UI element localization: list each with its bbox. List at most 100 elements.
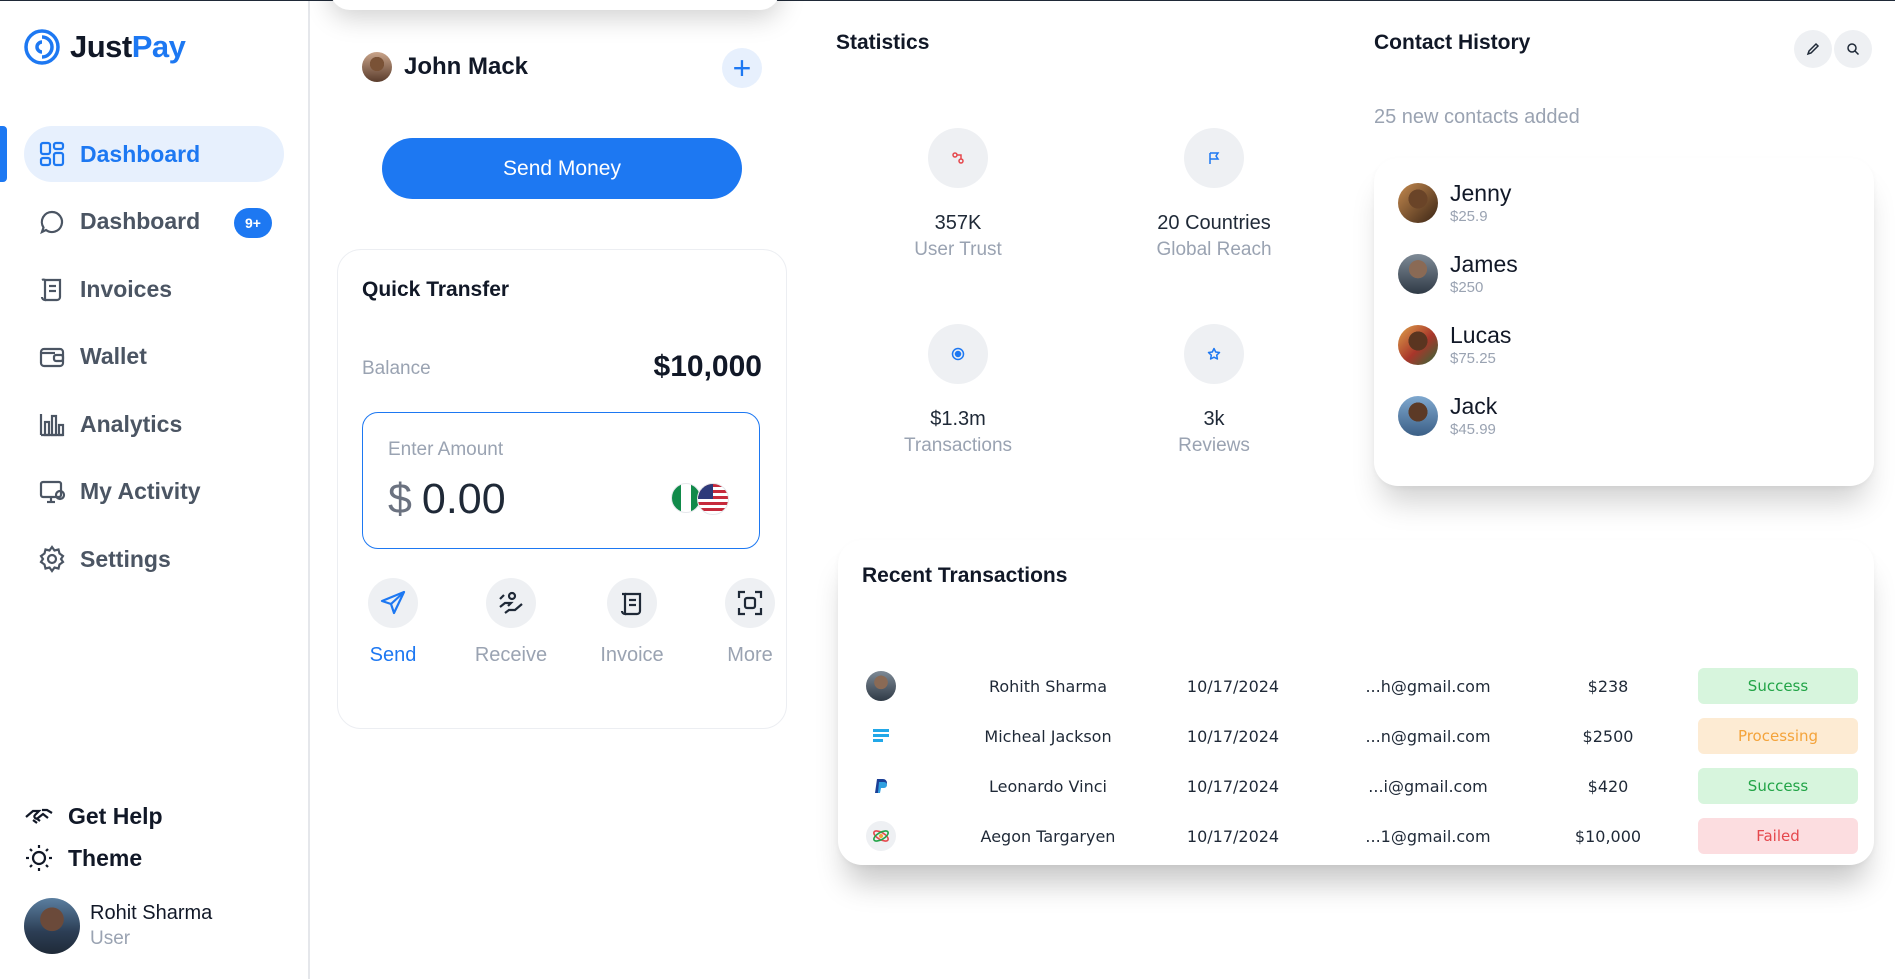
amount-input[interactable]: Enter Amount $0.00 [362,412,760,549]
theme-toggle[interactable]: Theme [24,843,142,873]
contact-name: Lucas [1450,322,1512,348]
stat-label: User Trust [914,239,1002,260]
receive-hand-icon [499,591,523,614]
invoice-icon [620,592,642,616]
user-profile[interactable]: Rohit Sharma User [24,898,212,954]
dashboard-grid-icon [38,140,66,168]
send-action[interactable]: Send [338,578,448,667]
get-help-label: Get Help [68,802,163,829]
invoice-label: Invoice [600,644,664,666]
brand-logo-icon [24,29,60,65]
status-badge: Processing [1698,718,1858,754]
sidebar-item-wallet[interactable]: Wallet [0,329,310,385]
table-row[interactable]: Micheal Jackson 10/17/2024 ...n@gmail.co… [838,718,1874,754]
sidebar-item-label: Analytics [80,410,183,437]
transaction-amount: $238 [1587,676,1629,696]
contact-item[interactable]: James $250 [1398,251,1518,296]
sidebar-item-my-activity[interactable]: My Activity [0,464,310,520]
more-action[interactable]: More [695,578,805,667]
notification-badge: 9+ [234,207,272,238]
pencil-icon [1806,42,1820,56]
quick-transfer-title: Quick Transfer [362,278,510,301]
transaction-amount: $10,000 [1574,826,1642,846]
stat-value: $1.3m [930,408,986,430]
table-row[interactable]: Rohith Sharma 10/17/2024 ...h@gmail.com … [838,668,1874,704]
stripe-lines-icon [866,721,896,751]
stat-label: Global Reach [1156,239,1272,260]
user-role: User [90,928,131,949]
sidebar-item-dashboard[interactable]: Dashboard [0,126,310,182]
contact-amount: $75.25 [1450,350,1496,367]
profile-name: John Mack [404,53,529,80]
contact-amount: $25.9 [1450,208,1488,225]
receive-label: Receive [474,644,548,666]
user-trust-icon [952,152,964,164]
balance-label: Balance [362,358,431,379]
invoice-scroll-icon [38,275,66,303]
currency-selector[interactable] [671,483,731,515]
atom-logo-icon [866,821,896,851]
sidebar-nav: Dashboard Dashboard 9+ Invoices Wallet A… [0,126,310,599]
transaction-email: ...n@gmail.com [1365,726,1491,746]
sidebar-item-analytics[interactable]: Analytics [0,396,310,452]
table-row[interactable]: Aegon Targaryen 10/17/2024 ...1@gmail.co… [838,818,1874,854]
stat-reviews: 3k Reviews [1104,324,1324,457]
stat-label: Transactions [903,435,1013,456]
contact-item[interactable]: Jenny $25.9 [1398,180,1511,225]
flag-icon [1209,152,1220,164]
transaction-email: ...1@gmail.com [1365,826,1491,846]
amount-value[interactable]: $0.00 [388,475,506,524]
stat-transactions: $1.3m Transactions [848,324,1068,457]
transaction-name: Rohith Sharma [988,676,1108,696]
scan-icon [737,590,763,616]
sidebar-item-messages[interactable]: Dashboard 9+ [0,194,310,250]
sidebar-item-label: Invoices [80,275,173,302]
stat-user-trust: 357K User Trust [848,128,1068,261]
sidebar-item-label: My Activity [80,478,201,504]
profile-header[interactable]: John Mack [362,52,528,82]
recent-transactions-card: Recent Transactions Rohith Sharma 10/17/… [838,540,1874,865]
edit-button[interactable] [1794,30,1832,68]
stat-label: Reviews [1178,435,1250,456]
quick-transfer-card: Quick Transfer Balance $10,000 Enter Amo… [337,249,787,729]
sidebar-item-settings[interactable]: Settings [0,531,310,587]
contact-item[interactable]: Jack $45.99 [1398,393,1497,438]
contact-amount: $45.99 [1450,421,1496,438]
transaction-date: 10/17/2024 [1186,776,1280,796]
transfer-actions: Send Receive Invoice More [348,578,788,688]
invoice-action[interactable]: Invoice [577,578,687,667]
send-label: Send [369,644,417,666]
top-card-shadow [330,0,780,10]
transaction-email: ...i@gmail.com [1368,776,1488,796]
amount-label: Enter Amount [388,439,504,460]
table-row[interactable]: Leonardo Vinci 10/17/2024 ...i@gmail.com… [838,768,1874,804]
avatar [1398,253,1438,294]
receive-action[interactable]: Receive [456,578,566,667]
add-button[interactable]: + [722,48,762,88]
contact-list-card: Jenny $25.9 James $250 Lucas $75.25 Jack $45… [1374,158,1874,486]
transaction-name: Aegon Targaryen [980,826,1116,846]
brand-name: JustPay [70,29,186,64]
sidebar-item-invoices[interactable]: Invoices [0,261,310,317]
status-badge: Success [1698,668,1858,704]
transaction-date: 10/17/2024 [1186,726,1280,746]
star-icon [1207,347,1221,360]
get-help-link[interactable]: Get Help [24,801,163,831]
gear-icon [38,545,66,573]
brand[interactable]: JustPay [24,29,186,65]
sidebar-item-label: Wallet [80,343,147,369]
send-icon [380,590,406,615]
stat-value: 3k [1203,408,1225,430]
bar-chart-icon [38,410,66,438]
send-money-button[interactable]: Send Money [382,138,742,199]
contact-item[interactable]: Lucas $75.25 [1398,322,1511,367]
sidebar: JustPay Dashboard Dashboard 9+ Invoices [0,1,310,979]
contact-name: James [1450,251,1518,277]
transaction-amount: $2500 [1582,726,1634,746]
avatar [1398,324,1438,365]
avatar [362,52,392,82]
stat-global-reach: 20 Countries Global Reach [1104,128,1324,261]
theme-label: Theme [68,844,143,871]
contact-history-subtitle: 25 new contacts added [1374,106,1580,128]
search-button[interactable] [1834,30,1872,68]
